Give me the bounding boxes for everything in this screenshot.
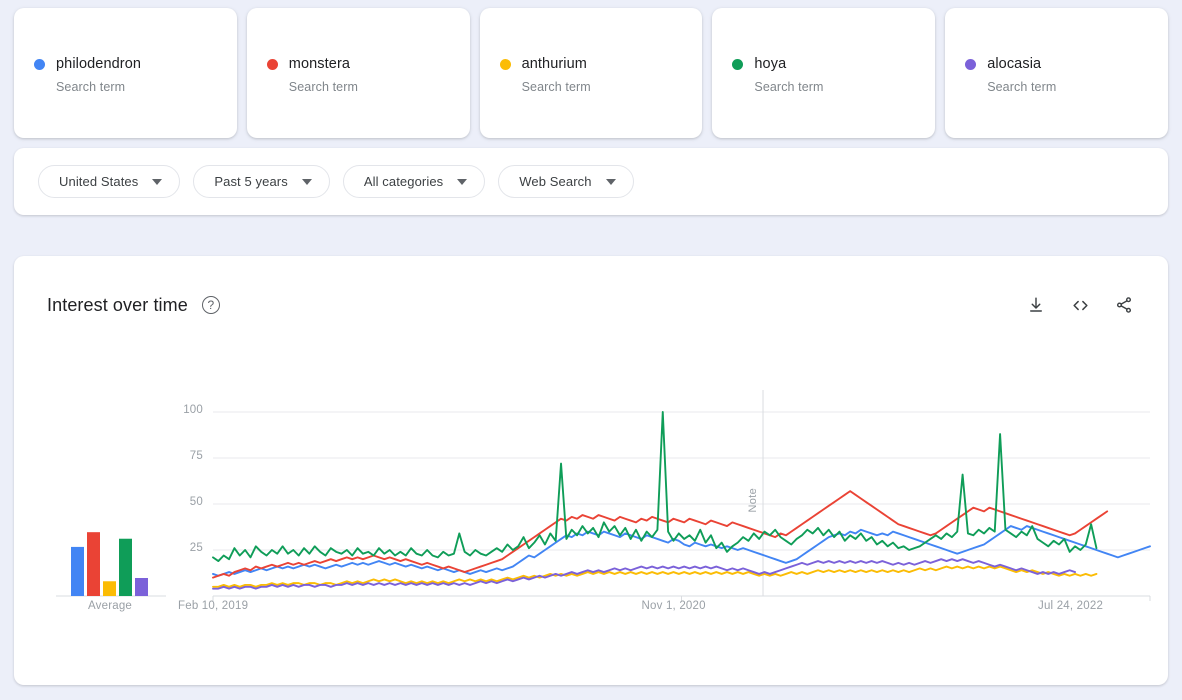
filter-dropdown-all-categories[interactable]: All categories [342,165,486,198]
search-term-card[interactable]: alocasia Search term [945,8,1168,138]
help-icon[interactable]: ? [201,296,220,314]
search-term-label: anthurium [521,56,587,72]
search-term-card[interactable]: philodendron Search term [14,8,237,138]
search-term-label: philodendron [56,56,142,72]
google-trends-page: philodendron Search term monstera Search te… [0,0,1182,700]
chart-header: Interest over time ? [47,288,1135,322]
search-term-type: Search term [56,80,126,94]
search-term-card[interactable]: hoya Search term [712,8,936,138]
average-bar [135,578,148,596]
share-icon[interactable] [1113,294,1135,316]
section-divider [0,232,1182,248]
embed-code-icon[interactable] [1069,294,1091,316]
search-term-card[interactable]: anthurium Search term [479,8,703,138]
filter-label: Past 5 years [214,174,288,189]
series-color-dot [499,58,511,70]
search-term-type: Search term [288,80,358,94]
average-bars-label: Average [87,600,133,612]
x-axis-tick-label: Nov 1, 2020 [641,600,706,612]
series-color-dot [732,58,744,70]
note-annotation-label: Note [747,488,759,513]
series-color-dot [34,58,45,70]
search-term-label: monstera [288,56,351,72]
search-term-label: hoya [754,56,787,72]
series-color-dot [266,58,278,70]
chevron-down-icon [301,178,312,185]
search-terms-row: philodendron Search term monstera Search te… [14,8,1168,138]
y-axis-tick-label: 75 [189,450,203,462]
chevron-down-icon [605,178,616,185]
chart-title-wrap: Interest over time ? [47,295,220,316]
search-term-type: Search term [987,80,1057,94]
download-icon[interactable] [1025,294,1047,316]
filter-dropdown-past-5-years[interactable]: Past 5 years [193,165,330,198]
average-bar [103,581,116,596]
chart-actions [1025,294,1135,316]
series-color-dot [965,58,977,70]
average-bar [87,532,100,596]
page-title: Interest over time [47,294,188,315]
filter-label: Web Search [519,174,592,189]
y-axis-tick-label: 100 [183,404,203,416]
x-axis-tick-label: Feb 10, 2019 [178,600,249,612]
filter-dropdown-web-search[interactable]: Web Search [498,165,634,198]
filter-bar: United States Past 5 years All categories W… [14,148,1168,215]
search-term-label: alocasia [987,56,1042,72]
average-bar [71,546,84,596]
x-axis-tick-label: Jul 24, 2022 [1038,600,1104,612]
search-term-type: Search term [521,80,591,94]
interest-over-time-card: Interest over time ? Average Note 25 50 … [14,256,1168,685]
search-term-card[interactable]: monstera Search term [246,8,470,138]
search-term-type: Search term [754,80,824,94]
filter-dropdown-united-states[interactable]: United States [38,165,181,198]
chevron-down-icon [457,178,468,185]
chevron-down-icon [152,178,163,185]
average-bar [119,538,132,596]
filter-label: All categories [363,174,444,189]
y-axis-tick-label: 50 [189,496,203,508]
y-axis-tick-label: 25 [189,542,203,554]
filter-label: United States [59,174,139,189]
